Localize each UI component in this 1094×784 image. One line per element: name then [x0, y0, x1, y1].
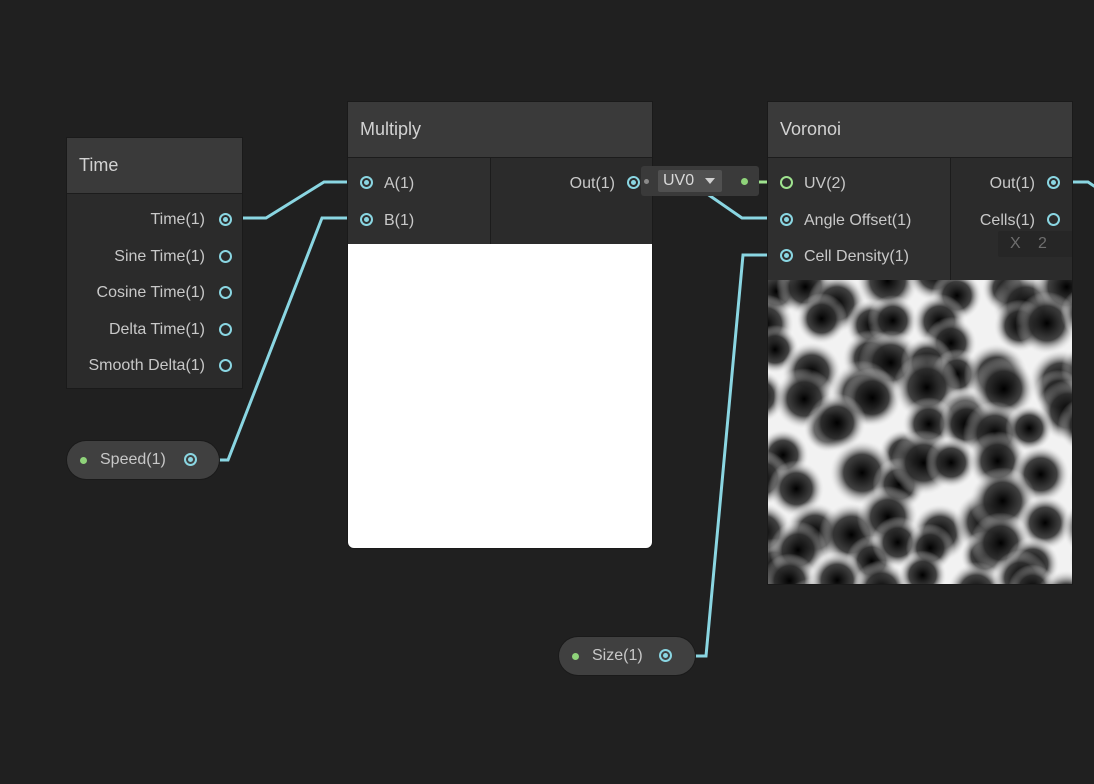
port-connector-icon[interactable] — [219, 359, 232, 372]
voronoi-preview-image — [768, 280, 1072, 584]
wire-size-to-cell-density — [669, 253, 782, 658]
voronoi-node[interactable]: Voronoi UV(2) Angle Offset(1) Cell Densi… — [768, 102, 1072, 584]
property-dot-icon — [80, 457, 87, 464]
port-label: Angle Offset(1) — [804, 212, 912, 229]
port-label: Cells(1) — [979, 212, 1035, 229]
input-port-b[interactable]: B(1) — [384, 203, 414, 239]
port-connector-icon[interactable] — [219, 323, 232, 336]
port-label: B(1) — [384, 212, 415, 229]
output-port-smooth-delta[interactable]: Smooth Delta(1) — [89, 348, 206, 384]
port-label: Time(1) — [150, 211, 205, 228]
output-port-out[interactable]: Out(1) — [990, 166, 1035, 202]
node-title[interactable]: Voronoi — [768, 102, 1072, 158]
property-label: Speed(1) — [100, 451, 166, 468]
port-connector-icon[interactable] — [360, 176, 373, 189]
chevron-down-icon — [705, 178, 715, 184]
node-title[interactable]: Time — [67, 138, 242, 194]
output-port-time[interactable]: Time(1) — [150, 202, 205, 238]
port-label: Out(1) — [569, 175, 615, 192]
output-port-cosine-time[interactable]: Cosine Time(1) — [97, 275, 205, 311]
port-connector-icon[interactable] — [360, 213, 373, 226]
port-label: Cell Density(1) — [804, 248, 909, 265]
uv-dropdown-value: UV0 — [663, 172, 695, 189]
port-connector-icon[interactable] — [184, 453, 197, 466]
preview-image — [348, 244, 652, 548]
port-label: Smooth Delta(1) — [88, 357, 206, 374]
input-port-uv[interactable]: UV(2) — [804, 166, 846, 202]
port-connector-icon[interactable] — [219, 213, 232, 226]
port-connector-icon[interactable] — [219, 286, 232, 299]
output-port-sine-time[interactable]: Sine Time(1) — [114, 239, 205, 275]
size-property-node[interactable]: Size(1) — [559, 637, 695, 675]
port-connector-icon[interactable] — [1047, 176, 1060, 189]
time-node[interactable]: Time Time(1) Sine Time(1) Cosine Time(1)… — [67, 138, 242, 388]
input-port-angle-offset[interactable]: Angle Offset(1) — [804, 203, 911, 239]
wire-time-to-a — [227, 180, 362, 220]
uv-edge-dot — [644, 179, 649, 184]
port-label: A(1) — [384, 175, 415, 192]
property-label: Size(1) — [592, 647, 643, 664]
multiply-node[interactable]: Multiply A(1) B(1) Out(1) — [348, 102, 652, 548]
port-label: UV(2) — [804, 175, 846, 192]
voronoi-cell — [795, 293, 848, 345]
port-label: Out(1) — [989, 175, 1035, 192]
port-label: Delta Time(1) — [108, 321, 205, 338]
cell-density-inline-field[interactable]: X 2 — [998, 231, 1072, 257]
port-connector-icon[interactable] — [659, 649, 672, 662]
property-dot-icon — [572, 653, 579, 660]
port-label: Cosine Time(1) — [96, 284, 205, 301]
port-connector-icon[interactable] — [780, 249, 793, 262]
node-title[interactable]: Multiply — [348, 102, 652, 158]
input-section — [348, 158, 491, 244]
port-label: Sine Time(1) — [114, 248, 205, 265]
input-port-a[interactable]: A(1) — [384, 166, 414, 202]
port-connector-icon[interactable] — [780, 176, 793, 189]
uv-output-dot — [741, 178, 748, 185]
port-connector-icon[interactable] — [219, 250, 232, 263]
port-connector-icon[interactable] — [1047, 213, 1060, 226]
speed-property-node[interactable]: Speed(1) — [67, 441, 219, 479]
output-port-delta-time[interactable]: Delta Time(1) — [109, 312, 205, 348]
axis-label: X — [1010, 235, 1021, 252]
port-connector-icon[interactable] — [780, 213, 793, 226]
port-connector-icon[interactable] — [627, 176, 640, 189]
output-port-out[interactable]: Out(1) — [570, 166, 615, 202]
field-value: 2 — [1038, 235, 1047, 252]
uv-channel-dropdown[interactable]: UV0 — [658, 170, 722, 192]
input-port-cell-density[interactable]: Cell Density(1) — [804, 239, 909, 275]
